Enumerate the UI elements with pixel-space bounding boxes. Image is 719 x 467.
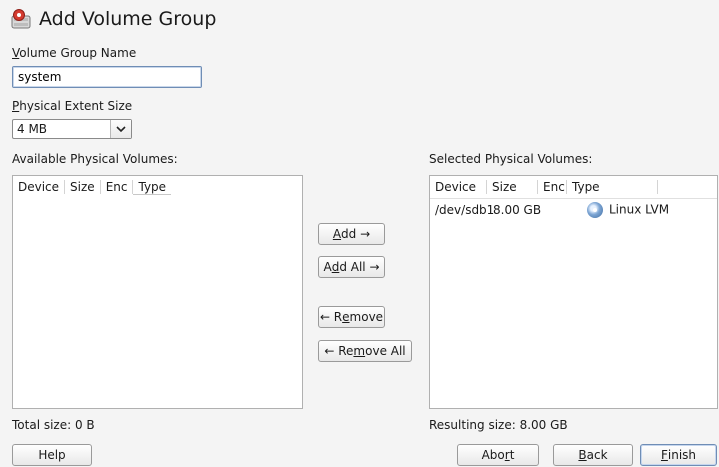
selected-pv-table[interactable]: Device Size Enc Type /dev/sdb1 8.00 GB L… — [429, 175, 718, 409]
finish-button[interactable]: Finish — [640, 444, 717, 466]
extent-size-label: Physical Extent Size — [12, 99, 133, 113]
selected-pv-label: Selected Physical Volumes: — [429, 152, 593, 166]
vg-name-input[interactable] — [12, 66, 202, 88]
column-header-size[interactable]: Size — [487, 180, 538, 194]
resulting-size: Resulting size: 8.00 GB — [429, 418, 568, 432]
column-header-type[interactable]: Type — [567, 180, 658, 194]
column-header-size[interactable]: Size — [65, 180, 101, 194]
add-all-button[interactable]: Add All → — [318, 256, 385, 278]
page-title: Add Volume Group — [39, 8, 217, 30]
table-header: Device Size Enc Type — [430, 176, 717, 199]
volume-group-icon — [10, 8, 32, 30]
available-total-size: Total size: 0 B — [12, 418, 95, 432]
add-button[interactable]: Add → — [318, 223, 385, 245]
extent-size-select[interactable]: 4 MB — [12, 119, 132, 139]
vg-name-label: Volume Group Name — [12, 46, 137, 60]
table-row[interactable]: /dev/sdb1 8.00 GB Linux LVM — [430, 199, 717, 221]
help-button[interactable]: Help — [12, 444, 92, 466]
remove-all-button[interactable]: ← Re m ove All — [318, 340, 412, 362]
column-header-type[interactable]: Type — [133, 180, 172, 195]
chevron-down-icon[interactable] — [110, 120, 131, 138]
available-pv-table[interactable]: Device Size Enc Type — [12, 175, 303, 409]
table-header: Device Size Enc Type — [13, 176, 302, 198]
column-header-device[interactable]: Device — [13, 180, 66, 194]
column-header-enc[interactable]: Enc — [538, 180, 567, 194]
row-size: 8.00 GB — [493, 203, 542, 217]
column-header-enc[interactable]: Enc — [101, 180, 134, 194]
abort-button[interactable]: Abo r t — [457, 444, 539, 466]
row-type: Linux LVM — [571, 202, 674, 218]
back-button[interactable]: Back — [553, 444, 633, 466]
column-header-device[interactable]: Device — [430, 180, 487, 194]
disk-icon — [587, 202, 603, 218]
extent-size-value: 4 MB — [17, 122, 48, 136]
remove-button[interactable]: ← Re move — [318, 306, 385, 328]
row-type-label: Linux LVM — [609, 202, 670, 217]
dialog-title: Add Volume Group — [10, 8, 216, 30]
available-pv-label: Available Physical Volumes: — [12, 152, 178, 166]
row-device: /dev/sdb1 — [435, 203, 495, 217]
